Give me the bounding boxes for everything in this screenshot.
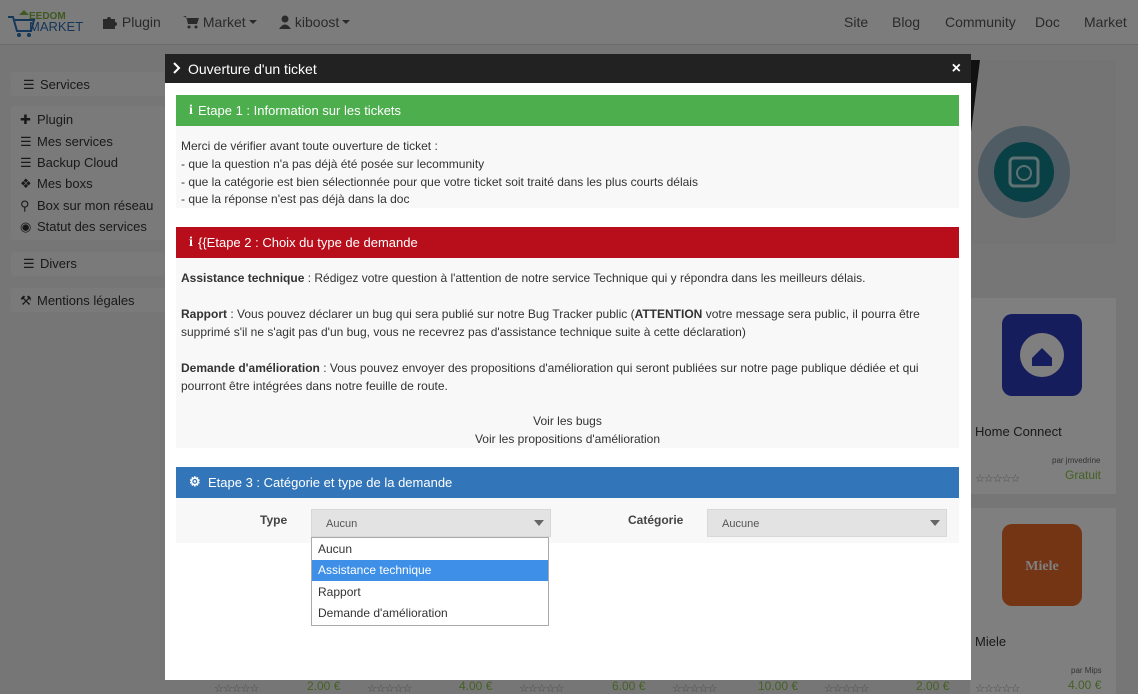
step2-title: {{Etape 2 : Choix du type de demande [198, 235, 418, 250]
cogs-icon: ⚙ [189, 474, 201, 489]
info-icon: i [189, 103, 193, 118]
type-option-rapport[interactable]: Rapport [312, 582, 548, 603]
modal-header: Ouverture d'un ticket × [165, 54, 971, 83]
type-option-aucun[interactable]: Aucun [312, 539, 548, 560]
category-select[interactable]: Aucune [707, 509, 947, 537]
community-link[interactable]: community [426, 157, 484, 171]
rapport-paragraph-cont: supprimé s'il ne s'agit pas d'un bug, vo… [181, 325, 746, 339]
step1-line: Merci de vérifier avant toute ouverture … [181, 139, 438, 153]
caret-down-icon [930, 520, 940, 526]
rapport-paragraph: Rapport : Vous pouvez déclarer un bug qu… [181, 307, 920, 321]
step1-line: - que la réponse n'est pas déjà dans la … [181, 192, 410, 206]
ticket-modal: Ouverture d'un ticket × i Etape 1 : Info… [165, 54, 971, 680]
step1-line: - que la catégorie est bien sélectionnée… [181, 175, 698, 189]
step2-header: i {{Etape 2 : Choix du type de demande [176, 227, 959, 258]
step3-header: ⚙ Etape 3 : Catégorie et type de la dema… [176, 467, 959, 498]
link-bugs[interactable]: Voir les bugs [176, 414, 959, 428]
assist-paragraph: Assistance technique : Rédigez votre que… [181, 271, 866, 285]
caret-down-icon [534, 520, 544, 526]
type-dropdown-list: Aucun Assistance technique Rapport Deman… [311, 537, 549, 626]
type-option-assistance[interactable]: Assistance technique [312, 560, 548, 581]
step2-body: Assistance technique : Rédigez votre que… [176, 258, 959, 448]
close-icon[interactable]: × [952, 60, 961, 78]
step1-body: Merci de vérifier avant toute ouverture … [176, 126, 959, 208]
type-option-amelioration[interactable]: Demande d'amélioration [312, 603, 548, 624]
info-icon: i [189, 235, 193, 250]
step3-title: Etape 3 : Catégorie et type de la demand… [208, 475, 453, 490]
type-label: Type [260, 513, 288, 527]
doc-link[interactable]: doc [390, 192, 409, 206]
chevron-right-icon [173, 62, 181, 74]
type-select[interactable]: Aucun [311, 509, 551, 537]
modal-body: i Etape 1 : Information sur les tickets … [165, 83, 971, 680]
step1-header: i Etape 1 : Information sur les tickets [176, 95, 959, 126]
modal-title: Ouverture d'un ticket [188, 61, 317, 77]
amelio-paragraph: Demande d'amélioration : Vous pouvez env… [181, 361, 919, 375]
step1-line: - que la question n'a pas déjà été posée… [181, 157, 485, 171]
category-select-value: Aucune [722, 518, 760, 530]
step1-title: Etape 1 : Information sur les tickets [198, 103, 402, 118]
type-select-value: Aucun [326, 518, 358, 530]
link-proposals[interactable]: Voir les propositions d'amélioration [176, 432, 959, 446]
step3-body: Type Aucun Catégorie Aucune [176, 498, 959, 543]
category-label: Catégorie [628, 513, 684, 527]
amelio-paragraph-cont: pourront être intégrées dans notre feuil… [181, 379, 448, 393]
